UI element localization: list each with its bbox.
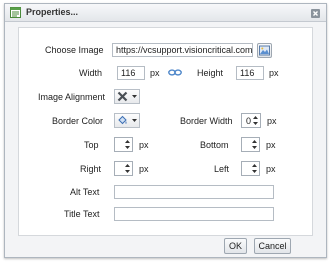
dialog-title: Properties... [26,7,79,17]
border-color-dropdown[interactable] [114,113,140,128]
right-stepper[interactable] [114,161,133,176]
image-alignment-label: Image Alignment [38,92,106,102]
border-width-label: Border Width [180,116,233,126]
spinner-arrows-icon[interactable] [124,163,131,174]
spinner-arrows-icon[interactable] [251,163,258,174]
left-stepper[interactable] [241,161,260,176]
spinner-arrows-icon[interactable] [251,139,258,150]
properties-form: Choose Image https://vcsupport.visioncri… [18,27,313,236]
top-stepper[interactable] [114,137,133,152]
lock-ratio-icon[interactable] [168,68,182,77]
close-button[interactable] [311,9,320,18]
close-icon [313,11,318,16]
height-label: Height [197,68,224,78]
title-text-input[interactable] [114,207,274,221]
title-bar: Properties... [5,4,326,22]
bottom-stepper[interactable] [241,137,260,152]
no-alignment-icon [117,91,128,102]
right-label: Right [80,164,102,174]
properties-dialog: Properties... Choose Image https://vcsup… [4,3,327,258]
border-width-unit: px [267,116,277,126]
top-unit: px [139,140,149,150]
right-unit: px [139,164,149,174]
chevron-down-icon [132,119,137,122]
spinner-arrows-icon[interactable] [124,139,131,150]
top-label: Top [84,140,99,150]
height-input[interactable]: 116 [236,66,264,80]
image-alignment-dropdown[interactable] [114,89,140,104]
alt-text-label: Alt Text [70,187,100,197]
bottom-unit: px [266,140,276,150]
properties-app-icon [10,7,21,18]
choose-image-label: Choose Image [45,45,104,55]
width-unit: px [150,68,160,78]
height-unit: px [269,68,279,78]
chevron-down-icon [132,95,137,98]
border-width-stepper[interactable]: 0 [241,113,261,128]
alt-text-input[interactable] [114,185,274,199]
spinner-arrows-icon[interactable] [252,115,259,126]
image-url-input[interactable]: https://vcsupport.visioncritical.com/ [112,43,253,57]
paint-bucket-icon [118,115,127,125]
border-width-value: 0 [245,116,251,126]
width-label: Width [79,68,103,78]
ok-button[interactable]: OK [224,238,247,254]
border-color-label: Border Color [52,116,104,126]
width-input[interactable]: 116 [117,66,145,80]
title-text-label: Title Text [64,209,100,219]
browse-image-button[interactable] [257,43,272,58]
cancel-button[interactable]: Cancel [254,238,291,254]
bottom-label: Bottom [200,140,229,150]
left-label: Left [214,164,230,174]
image-browse-icon [259,45,270,56]
left-unit: px [266,164,276,174]
